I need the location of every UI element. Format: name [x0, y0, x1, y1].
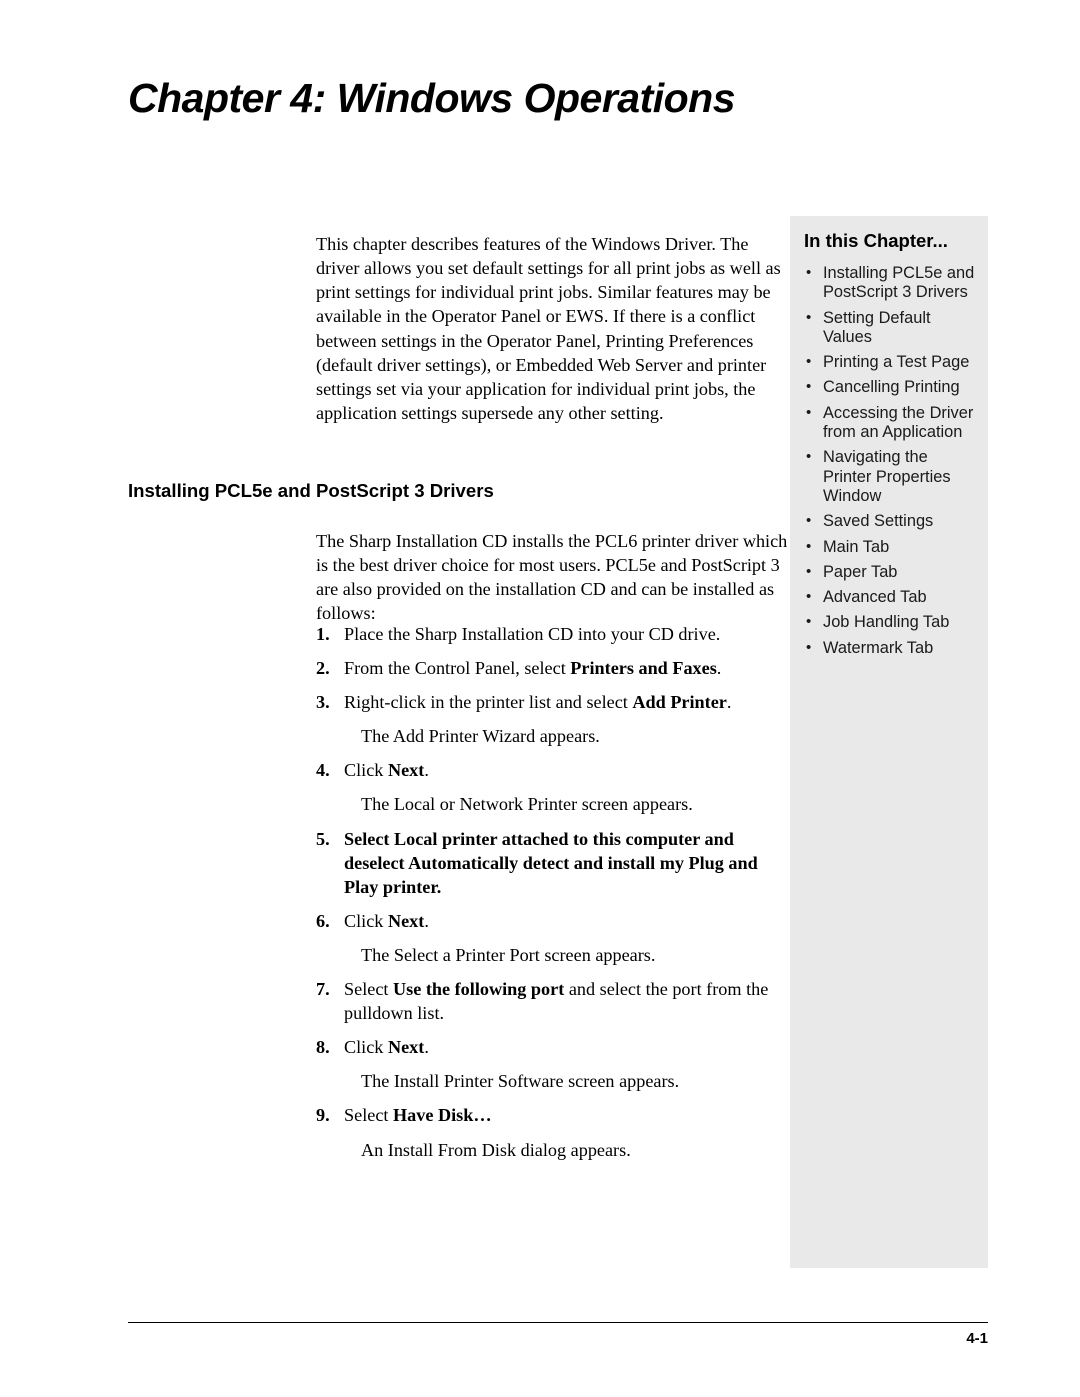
step-note: The Local or Network Printer screen appe… — [361, 794, 693, 815]
footer-divider — [128, 1322, 988, 1323]
step-item: 2. From the Control Panel, select Printer… — [316, 656, 796, 680]
sidebar-item[interactable]: Installing PCL5e and PostScript 3 Driver… — [804, 263, 980, 303]
intro-paragraph: This chapter describes features of the W… — [316, 234, 781, 423]
step-number: 9. — [316, 1105, 330, 1126]
sidebar-item[interactable]: Watermark Tab — [804, 638, 980, 658]
sidebar-item[interactable]: Advanced Tab — [804, 587, 980, 607]
step-text: Click Next. — [344, 760, 429, 781]
step-item: 6. Click Next. — [316, 909, 796, 933]
step-item: 5. Select Local printer attached to this … — [316, 827, 796, 899]
step-text: Select Have Disk… — [344, 1105, 492, 1126]
step-number: 7. — [316, 979, 330, 1000]
step-note: The Select a Printer Port screen appears… — [361, 944, 656, 965]
step-item: 8. Click Next. — [316, 1035, 796, 1059]
step-item: 3. Right-click in the printer list and se… — [316, 690, 796, 714]
sidebar-heading: In this Chapter... — [804, 230, 948, 251]
step-item: 7. Select Use the following port and sele… — [316, 977, 796, 1025]
sidebar-item[interactable]: Accessing the Driver from an Application — [804, 403, 980, 443]
step-item: 9. Select Have Disk… — [316, 1103, 796, 1127]
document-page: Chapter 4: Windows Operations This chapt… — [0, 0, 1080, 1397]
sidebar-item[interactable]: Main Tab — [804, 537, 980, 557]
step-text: Click Next. — [344, 910, 429, 931]
page-number: 4-1 — [966, 1330, 988, 1347]
sidebar-item[interactable]: Navigating the Printer Properties Window — [804, 447, 980, 506]
step-number: 1. — [316, 624, 330, 644]
in-this-chapter-sidebar: In this Chapter... Installing PCL5e and … — [790, 216, 988, 1268]
sidebar-list: Installing PCL5e and PostScript 3 Driver… — [790, 263, 988, 658]
intro-block: This chapter describes features of the W… — [316, 214, 786, 443]
step-number: 5. — [316, 828, 330, 849]
section-paragraph: The Sharp Installation CD installs the P… — [316, 531, 788, 624]
section-heading: Installing PCL5e and PostScript 3 Driver… — [128, 480, 494, 502]
step-text: Right-click in the printer list and sele… — [344, 692, 732, 713]
step-note: The Install Printer Software screen appe… — [361, 1071, 680, 1092]
step-text: Select Local printer attached to this co… — [344, 828, 758, 897]
sidebar-item[interactable]: Paper Tab — [804, 562, 980, 582]
sidebar-item[interactable]: Saved Settings — [804, 511, 980, 531]
step-text: Place the Sharp Installation CD into you… — [344, 624, 721, 644]
step-number: 4. — [316, 760, 330, 781]
sidebar-item[interactable]: Setting Default Values — [804, 308, 980, 348]
step-number: 6. — [316, 910, 330, 931]
step-item: 1. Place the Sharp Installation CD into y… — [316, 622, 796, 646]
sidebar-item[interactable]: Cancelling Printing — [804, 377, 980, 397]
step-note: An Install From Disk dialog appears. — [361, 1139, 631, 1160]
step-number: 2. — [316, 658, 330, 679]
step-text: Select Use the following port and select… — [344, 979, 769, 1024]
step-item: 4. Click Next. — [316, 758, 796, 782]
step-number: 3. — [316, 692, 330, 713]
step-text: From the Control Panel, select Printers … — [344, 658, 722, 679]
step-number: 8. — [316, 1037, 330, 1058]
page-title: Chapter 4: Windows Operations — [128, 75, 736, 122]
step-text: Click Next. — [344, 1037, 429, 1058]
step-note: The Add Printer Wizard appears. — [361, 726, 600, 747]
sidebar-item[interactable]: Printing a Test Page — [804, 352, 980, 372]
procedure-steps: 1. Place the Sharp Installation CD into y… — [316, 622, 796, 1172]
sidebar-item[interactable]: Job Handling Tab — [804, 612, 980, 632]
